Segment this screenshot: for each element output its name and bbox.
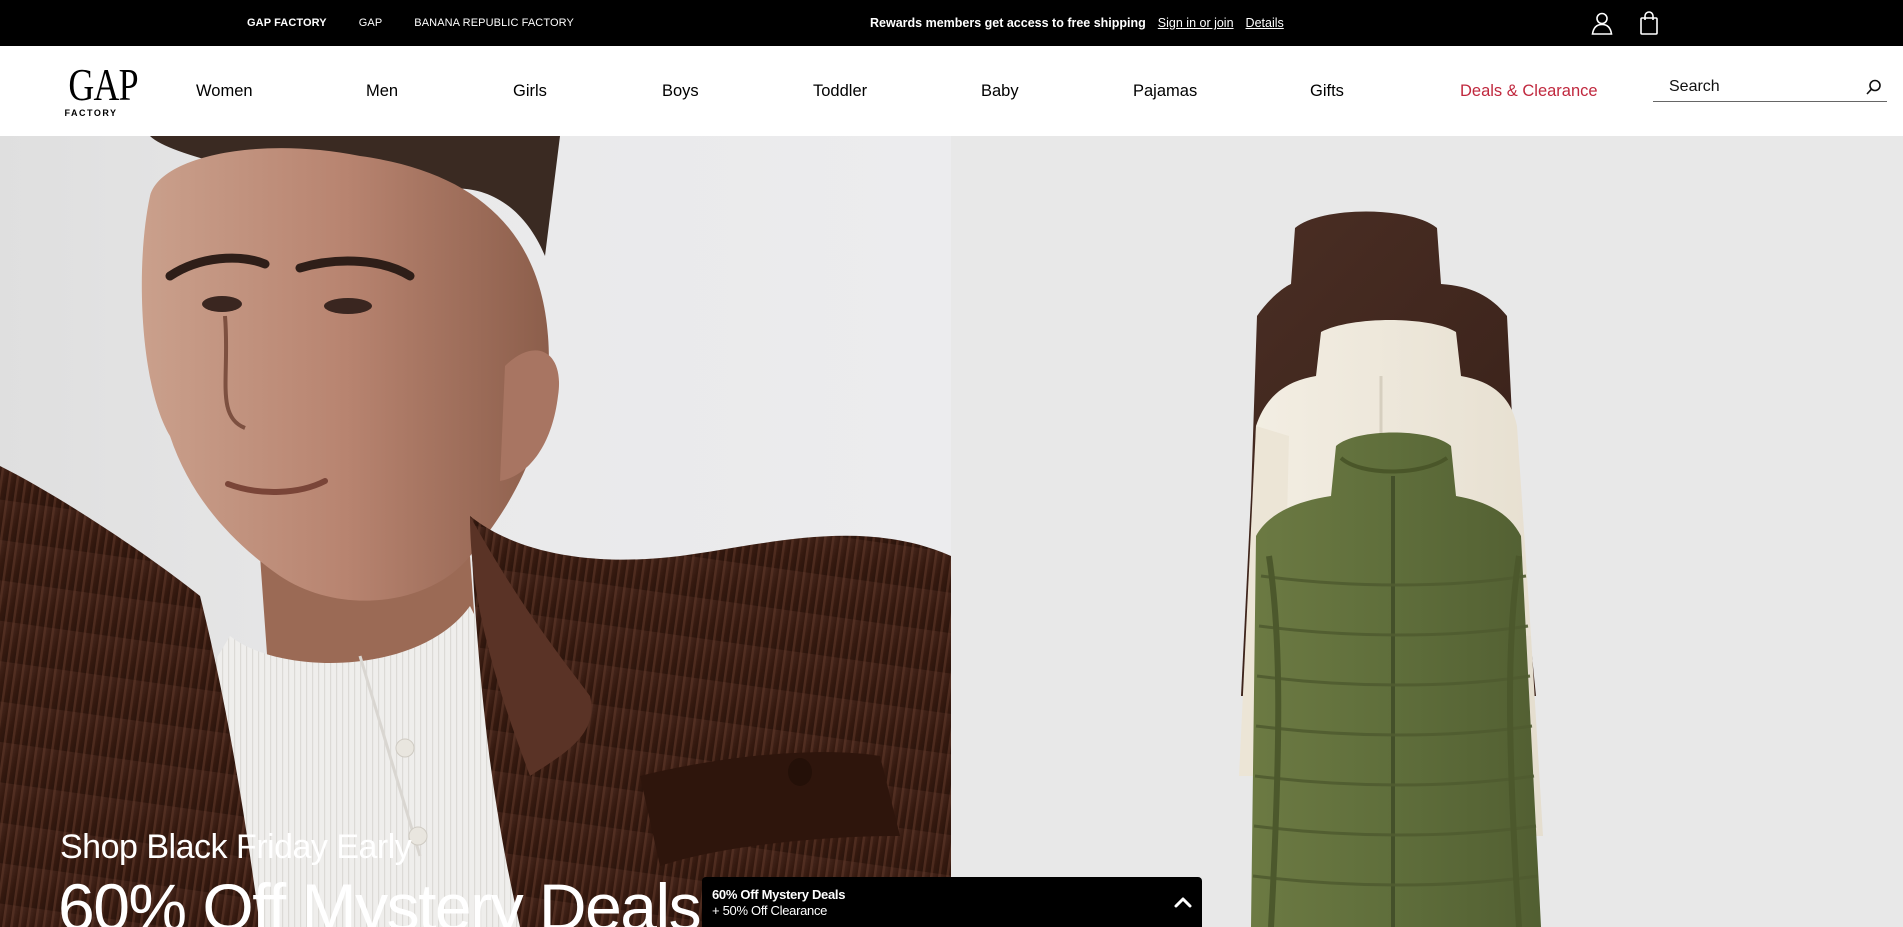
nav-women[interactable]: Women (196, 46, 253, 136)
drawer-subtitle: + 50% Off Clearance (712, 903, 828, 918)
nav-girls[interactable]: Girls (513, 46, 547, 136)
search-field[interactable] (1653, 72, 1887, 102)
brand-link-gap-factory[interactable]: GAP FACTORY (247, 17, 327, 29)
nav-toddler[interactable]: Toddler (813, 46, 867, 136)
hero-vests-image[interactable] (951, 136, 1903, 927)
nav-baby[interactable]: Baby (981, 46, 1019, 136)
nav-pajamas[interactable]: Pajamas (1133, 46, 1197, 136)
shopping-bag-icon[interactable] (1636, 10, 1662, 36)
sign-in-link[interactable]: Sign in or join (1158, 16, 1234, 30)
shipping-promo: Rewards members get access to free shipp… (870, 0, 1296, 46)
utility-bar: GAP FACTORY GAP BANANA REPUBLIC FACTORY … (0, 0, 1903, 46)
hero-model-image[interactable]: Shop Black Friday Early 60% Off Mystery … (0, 136, 951, 927)
brand-link-banana-republic-factory[interactable]: BANANA REPUBLIC FACTORY (414, 17, 574, 29)
nav-men[interactable]: Men (366, 46, 398, 136)
details-link[interactable]: Details (1246, 16, 1284, 30)
hero-eyebrow: Shop Black Friday Early (60, 828, 412, 866)
promo-text: Rewards members get access to free shipp… (870, 16, 1146, 30)
brand-link-gap[interactable]: GAP (359, 17, 383, 29)
nav-deals-clearance[interactable]: Deals & Clearance (1460, 46, 1598, 136)
account-icon[interactable] (1589, 10, 1615, 36)
hero-headline: 60% Off Mystery Deals (58, 870, 702, 927)
logo-wordmark: GAP (68, 59, 138, 110)
hero-banner: Shop Black Friday Early 60% Off Mystery … (0, 136, 1903, 927)
model-illustration (0, 136, 951, 927)
chevron-up-icon[interactable] (1172, 891, 1194, 913)
nav-gifts[interactable]: Gifts (1310, 46, 1344, 136)
main-navigation: GAP FACTORY Women Men Girls Boys Toddler… (0, 46, 1903, 136)
puffer-vests-illustration (1239, 211, 1543, 927)
drawer-title: 60% Off Mystery Deals (712, 887, 846, 902)
nav-boys[interactable]: Boys (662, 46, 699, 136)
search-input[interactable] (1653, 72, 1853, 101)
search-icon[interactable] (1865, 78, 1883, 96)
promo-drawer[interactable]: 60% Off Mystery Deals + 50% Off Clearanc… (702, 877, 1202, 927)
brand-switcher: GAP FACTORY GAP BANANA REPUBLIC FACTORY (247, 0, 606, 46)
gap-factory-logo[interactable]: GAP FACTORY (62, 59, 138, 122)
